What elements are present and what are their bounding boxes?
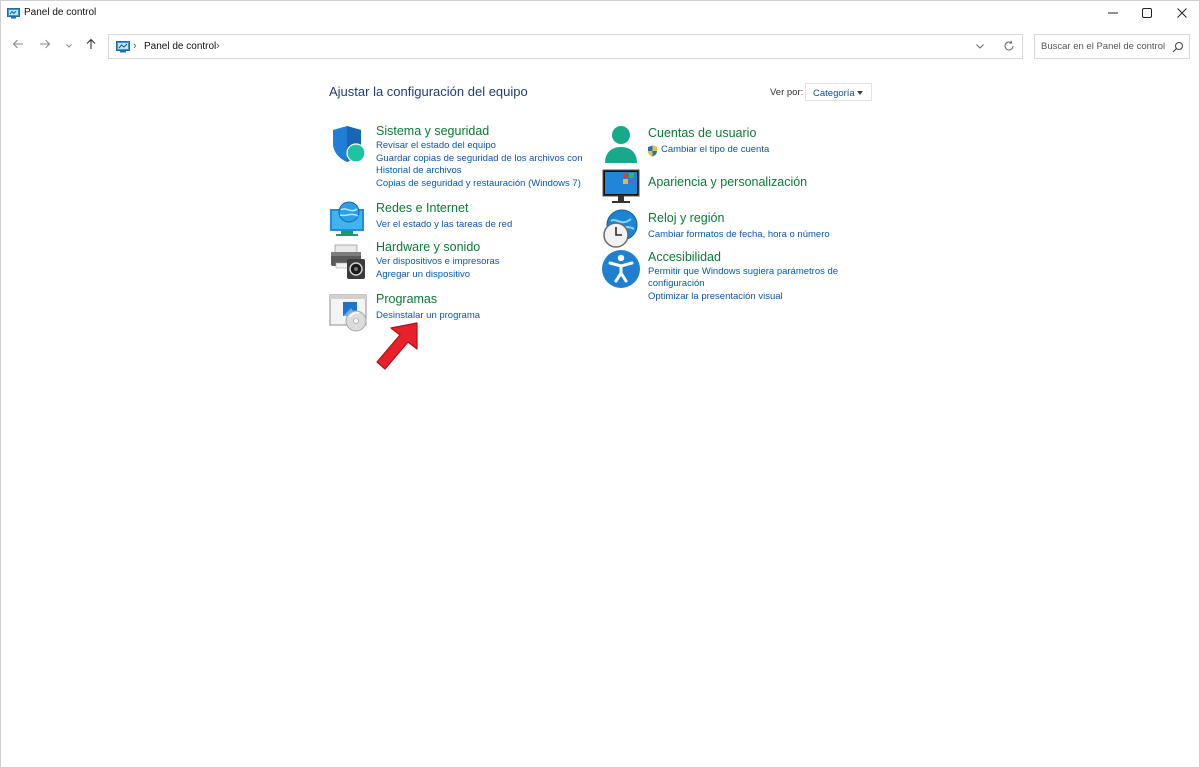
view-by-value[interactable]: Categoría bbox=[813, 88, 855, 99]
link-file-history[interactable]: Historial de archivos bbox=[376, 165, 462, 177]
control-panel-icon bbox=[116, 40, 130, 58]
back-button[interactable] bbox=[8, 36, 28, 56]
category-title-system-security[interactable]: Sistema y seguridad bbox=[376, 124, 489, 138]
refresh-icon[interactable] bbox=[1002, 39, 1016, 58]
category-title-network-internet[interactable]: Redes e Internet bbox=[376, 201, 468, 215]
clock-globe-icon[interactable] bbox=[601, 209, 641, 249]
recent-locations-button[interactable] bbox=[59, 36, 79, 56]
category-appearance: Apariencia y personalización bbox=[601, 167, 881, 207]
category-accessibility: Accesibilidad Permitir que Windows sugie… bbox=[601, 249, 881, 304]
maximize-button[interactable] bbox=[1130, 1, 1164, 25]
link-optimize-visual[interactable]: Optimizar la presentación visual bbox=[648, 291, 783, 303]
view-by-dropdown[interactable]: Categoría bbox=[805, 83, 872, 101]
category-title-user-accounts[interactable]: Cuentas de usuario bbox=[648, 126, 756, 140]
network-globe-icon[interactable] bbox=[329, 200, 369, 240]
category-title-hardware-sound[interactable]: Hardware y sonido bbox=[376, 240, 480, 254]
user-accounts-icon[interactable] bbox=[601, 125, 641, 165]
link-backup-restore[interactable]: Copias de seguridad y restauración (Wind… bbox=[376, 178, 581, 190]
control-panel-window: Panel de control › Panel de control › Bu… bbox=[0, 0, 1200, 768]
category-title-programs[interactable]: Programas bbox=[376, 292, 437, 306]
category-hardware-sound: Hardware y sonido Ver dispositivos e imp… bbox=[329, 239, 589, 284]
view-by-label: Ver por: bbox=[770, 87, 804, 98]
address-history-chevron-icon[interactable] bbox=[973, 39, 987, 58]
link-date-time-formats[interactable]: Cambiar formatos de fecha, hora o número bbox=[648, 229, 830, 241]
link-add-device[interactable]: Agregar un dispositivo bbox=[376, 269, 470, 281]
arrow-right-icon bbox=[39, 37, 51, 55]
breadcrumb-separator-icon[interactable]: › bbox=[216, 40, 220, 52]
arrow-up-icon bbox=[85, 37, 97, 55]
category-clock-region: Reloj y región Cambiar formatos de fecha… bbox=[601, 209, 881, 249]
arrow-left-icon bbox=[12, 37, 24, 55]
link-windows-suggest-settings-cont[interactable]: configuración bbox=[648, 278, 705, 290]
breadcrumb-separator-icon[interactable]: › bbox=[133, 40, 137, 52]
category-title-accessibility[interactable]: Accesibilidad bbox=[648, 250, 721, 264]
printer-speaker-icon[interactable] bbox=[329, 243, 369, 283]
forward-button[interactable] bbox=[35, 36, 55, 56]
dropdown-arrow-icon bbox=[857, 91, 863, 95]
search-icon[interactable] bbox=[1172, 40, 1184, 58]
breadcrumb-control-panel[interactable]: Panel de control bbox=[144, 41, 216, 52]
uac-shield-icon bbox=[647, 144, 658, 162]
search-box[interactable]: Buscar en el Panel de control bbox=[1034, 34, 1190, 59]
category-network-internet: Redes e Internet Ver el estado y las tar… bbox=[329, 200, 589, 240]
annotation-arrow-icon bbox=[373, 321, 423, 378]
chevron-down-icon bbox=[65, 37, 73, 55]
link-windows-suggest-settings[interactable]: Permitir que Windows sugiera parámetros … bbox=[648, 266, 838, 278]
link-file-history-backup[interactable]: Guardar copias de seguridad de los archi… bbox=[376, 153, 582, 165]
up-button[interactable] bbox=[81, 36, 101, 56]
category-title-appearance[interactable]: Apariencia y personalización bbox=[648, 175, 807, 189]
accessibility-icon[interactable] bbox=[601, 249, 641, 289]
category-user-accounts: Cuentas de usuario Cambiar el tipo de cu… bbox=[601, 125, 881, 165]
programs-disc-icon[interactable] bbox=[329, 293, 369, 333]
appearance-monitor-icon[interactable] bbox=[601, 167, 641, 207]
minimize-button[interactable] bbox=[1096, 1, 1130, 25]
close-button[interactable] bbox=[1165, 1, 1199, 25]
control-panel-app-icon bbox=[7, 6, 20, 24]
link-change-account-type[interactable]: Cambiar el tipo de cuenta bbox=[661, 144, 769, 156]
title-bar: Panel de control bbox=[1, 1, 1199, 25]
address-bar[interactable]: › Panel de control › bbox=[108, 34, 1023, 59]
search-placeholder[interactable]: Buscar en el Panel de control bbox=[1041, 41, 1165, 52]
category-title-clock-region[interactable]: Reloj y región bbox=[648, 211, 724, 225]
category-programs: Programas Desinstalar un programa bbox=[329, 291, 589, 333]
link-review-status[interactable]: Revisar el estado del equipo bbox=[376, 140, 496, 152]
page-heading: Ajustar la configuración del equipo bbox=[329, 84, 528, 99]
window-title: Panel de control bbox=[24, 7, 97, 18]
shield-security-icon[interactable] bbox=[329, 125, 369, 165]
category-system-security: Sistema y seguridad Revisar el estado de… bbox=[329, 123, 589, 193]
link-network-status[interactable]: Ver el estado y las tareas de red bbox=[376, 219, 512, 231]
link-devices-printers[interactable]: Ver dispositivos e impresoras bbox=[376, 256, 500, 268]
